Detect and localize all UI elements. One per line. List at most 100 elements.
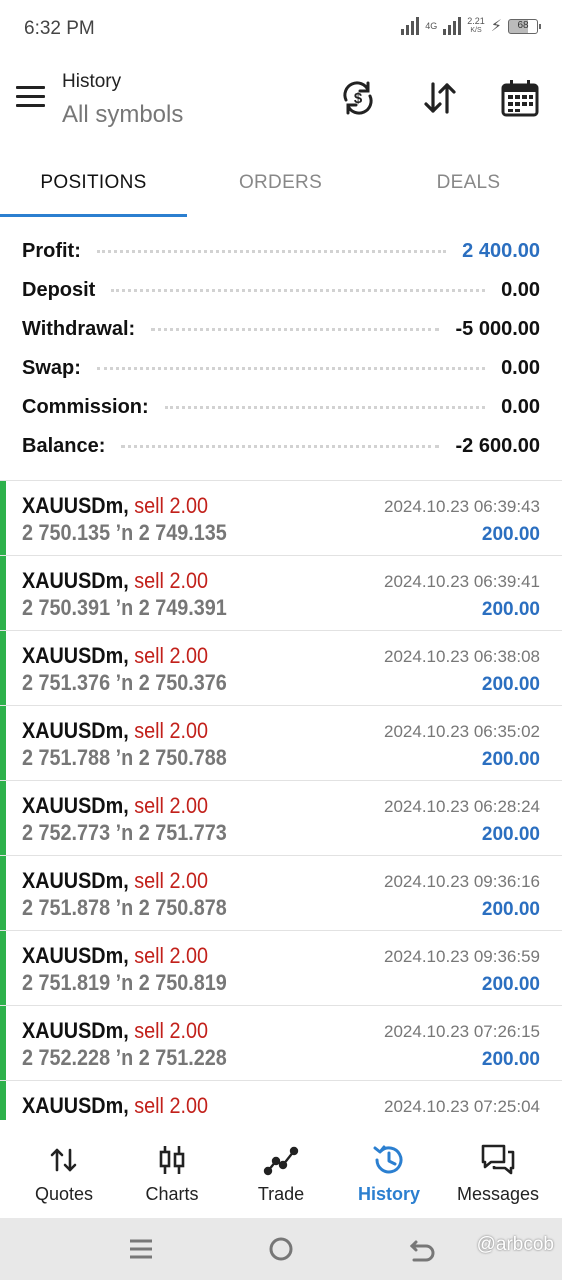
trade-side: sell 2.00: [134, 943, 208, 968]
deal-symbol: XAUUSDm, sell 2.00: [22, 568, 208, 594]
price-arrow: ’n: [115, 745, 134, 770]
deal-row[interactable]: XAUUSDm, sell 2.00 2024.10.23 07:25:04: [0, 1081, 562, 1120]
deal-row[interactable]: XAUUSDm, sell 2.00 2 752.773 ’n 2 751.773…: [0, 781, 562, 856]
tab-deals[interactable]: DEALS: [375, 150, 562, 216]
deal-profit: 200.00: [481, 974, 540, 995]
deal-row[interactable]: XAUUSDm, sell 2.00 2 751.788 ’n 2 750.788…: [0, 706, 562, 781]
tab-positions[interactable]: POSITIONS: [0, 150, 187, 216]
sort-icon[interactable]: [420, 78, 460, 118]
summary-row-balance: Balance: -2 600.00: [0, 427, 562, 466]
watermark: @arbcob: [476, 1234, 554, 1255]
deal-symbol: XAUUSDm, sell 2.00: [22, 1093, 208, 1119]
page-title: History: [62, 71, 122, 92]
nav-history[interactable]: History: [333, 1120, 445, 1218]
nav-label: Quotes: [34, 1184, 94, 1204]
summary-value: 0.00: [501, 279, 540, 301]
symbol-name: XAUUSDm,: [22, 943, 129, 968]
close-price: 2 751.228: [138, 1045, 227, 1070]
tab-orders[interactable]: ORDERS: [187, 150, 374, 216]
deal-time: 2024.10.23 09:36:16: [384, 872, 540, 891]
open-price: 2 752.228: [22, 1045, 111, 1070]
deal-prices: 2 751.376 ’n 2 750.376: [22, 670, 227, 696]
price-arrow: ’n: [115, 595, 134, 620]
deal-prices: 2 751.788 ’n 2 750.788: [22, 745, 227, 771]
deal-time: 2024.10.23 06:39:43: [384, 497, 540, 516]
deal-profit: 200.00: [481, 674, 540, 695]
deal-symbol: XAUUSDm, sell 2.00: [22, 643, 208, 669]
summary-label: Commission:: [22, 396, 159, 419]
currency-refresh-icon[interactable]: $: [338, 78, 378, 118]
deal-row[interactable]: XAUUSDm, sell 2.00 2 751.819 ’n 2 750.819…: [0, 931, 562, 1006]
trade-side: sell 2.00: [134, 718, 208, 743]
symbol-filter[interactable]: All symbols: [62, 101, 183, 129]
deal-row[interactable]: XAUUSDm, sell 2.00 2 750.391 ’n 2 749.391…: [0, 556, 562, 631]
deal-time: 2024.10.23 06:35:02: [384, 722, 540, 741]
price-arrow: ’n: [115, 1045, 134, 1070]
recent-apps-icon[interactable]: [124, 1232, 158, 1266]
close-price: 2 750.788: [138, 745, 227, 770]
net-speed: 2.21 K/S: [467, 17, 485, 35]
back-icon[interactable]: [404, 1232, 438, 1266]
summary-row-profit: Profit: 2 400.00: [0, 232, 562, 271]
open-price: 2 751.819: [22, 970, 111, 995]
summary-label: Swap:: [22, 357, 91, 380]
symbol-name: XAUUSDm,: [22, 718, 129, 743]
summary-row-deposit: Deposit 0.00: [0, 271, 562, 310]
price-arrow: ’n: [115, 670, 134, 695]
nav-label: Trade: [257, 1184, 305, 1204]
signal-2-icon: [443, 17, 462, 35]
calendar-icon[interactable]: [500, 78, 540, 118]
symbol-name: XAUUSDm,: [22, 1093, 129, 1118]
deal-prices: 2 752.228 ’n 2 751.228: [22, 1045, 227, 1071]
network-type: 4G: [425, 21, 437, 31]
app-header: History All symbols $: [0, 58, 562, 150]
deal-row[interactable]: XAUUSDm, sell 2.00 2 750.135 ’n 2 749.135…: [0, 481, 562, 556]
svg-text:$: $: [354, 90, 363, 107]
price-arrow: ’n: [115, 820, 134, 845]
deal-time: 2024.10.23 06:28:24: [384, 797, 540, 816]
menu-icon[interactable]: [16, 86, 46, 112]
summary-value: -5 000.00: [455, 318, 540, 340]
open-price: 2 751.788: [22, 745, 111, 770]
nav-charts[interactable]: Charts: [116, 1120, 228, 1218]
net-speed-unit: K/S: [470, 27, 482, 34]
open-price: 2 750.391: [22, 595, 111, 620]
trade-side: sell 2.00: [134, 868, 208, 893]
close-price: 2 749.135: [138, 520, 227, 545]
leader-dots: [121, 445, 440, 448]
summary-panel: Profit: 2 400.00 Deposit 0.00 Withdrawal…: [0, 232, 562, 466]
deal-profit: 200.00: [481, 524, 540, 545]
trade-side: sell 2.00: [134, 568, 208, 593]
trade-side: sell 2.00: [134, 793, 208, 818]
leader-dots: [151, 328, 440, 331]
signal-icon: [401, 17, 420, 35]
deal-row[interactable]: XAUUSDm, sell 2.00 2 751.376 ’n 2 750.376…: [0, 631, 562, 706]
deal-symbol: XAUUSDm, sell 2.00: [22, 793, 208, 819]
nav-label: Charts: [145, 1184, 199, 1204]
trade-icon: [263, 1142, 299, 1178]
nav-quotes[interactable]: Quotes: [8, 1120, 120, 1218]
close-price: 2 749.391: [138, 595, 227, 620]
deal-profit: 200.00: [481, 899, 540, 920]
charging-icon: ⚡: [490, 18, 502, 35]
deal-row[interactable]: XAUUSDm, sell 2.00 2 751.878 ’n 2 750.878…: [0, 856, 562, 931]
summary-label: Withdrawal:: [22, 318, 146, 341]
deal-prices: 2 751.878 ’n 2 750.878: [22, 895, 227, 921]
nav-messages[interactable]: Messages: [442, 1120, 554, 1218]
summary-label: Balance:: [22, 435, 116, 458]
charts-icon: [154, 1142, 190, 1178]
symbol-name: XAUUSDm,: [22, 1018, 129, 1043]
nav-trade[interactable]: Trade: [225, 1120, 337, 1218]
deal-time: 2024.10.23 06:39:41: [384, 572, 540, 591]
history-tabs: POSITIONS ORDERS DEALS: [0, 150, 562, 220]
open-price: 2 751.376: [22, 670, 111, 695]
nav-label: Messages: [456, 1184, 540, 1204]
deal-time: 2024.10.23 06:38:08: [384, 647, 540, 666]
summary-value: -2 600.00: [455, 435, 540, 457]
history-icon: [371, 1142, 407, 1178]
home-icon[interactable]: [264, 1232, 298, 1266]
summary-row-withdrawal: Withdrawal: -5 000.00: [0, 310, 562, 349]
messages-icon: [480, 1142, 516, 1178]
positions-list[interactable]: XAUUSDm, sell 2.00 2 750.135 ’n 2 749.135…: [0, 480, 562, 1120]
deal-row[interactable]: XAUUSDm, sell 2.00 2 752.228 ’n 2 751.228…: [0, 1006, 562, 1081]
